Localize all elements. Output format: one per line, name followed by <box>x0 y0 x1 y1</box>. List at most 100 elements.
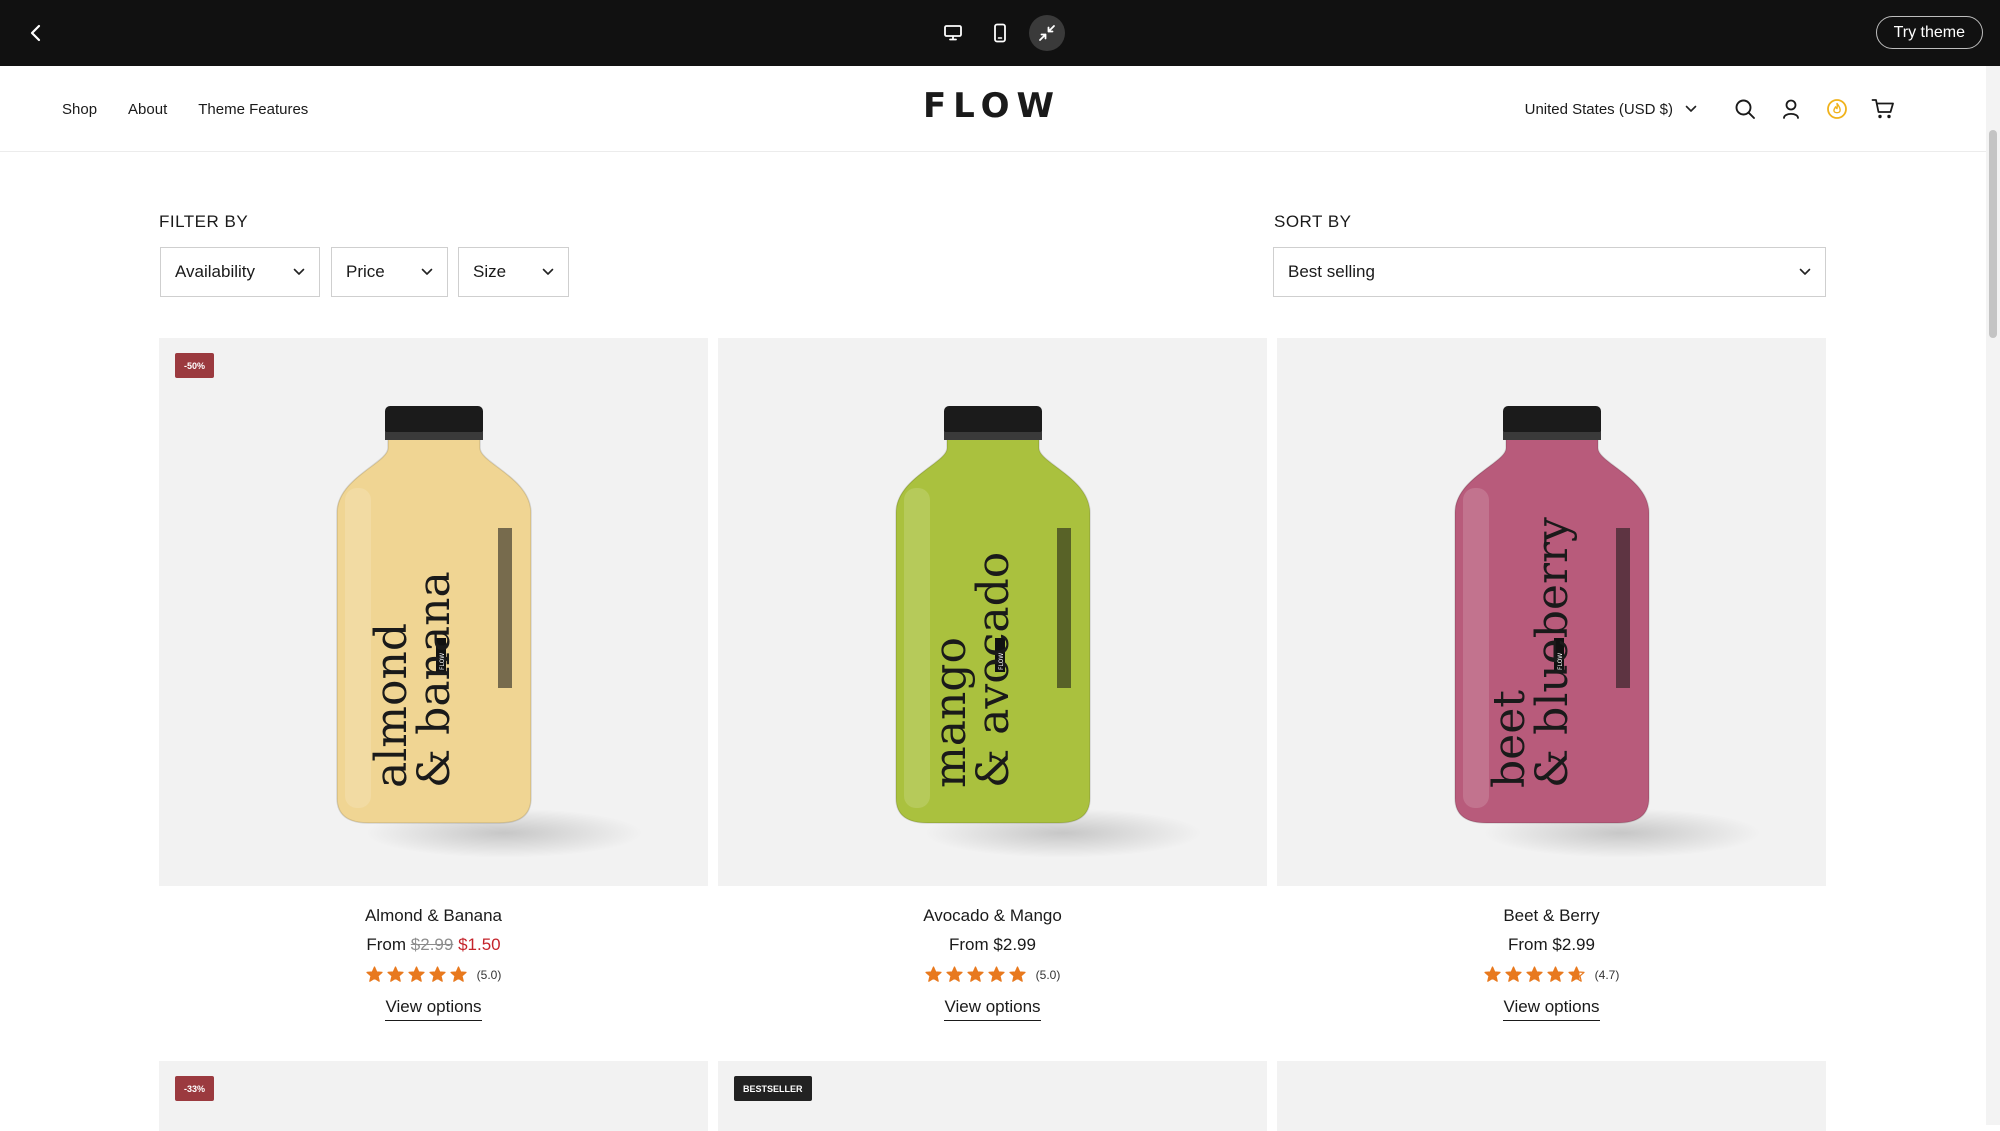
search-icon <box>1735 99 1755 119</box>
price-prefix: From <box>1508 935 1548 954</box>
availability-label: Availability <box>175 262 256 281</box>
product-card-image[interactable]: -33% <box>159 1061 708 1131</box>
account-button[interactable] <box>1768 86 1814 132</box>
cart-button[interactable] <box>1860 86 1906 132</box>
nav-item-theme-features[interactable]: Theme Features <box>198 101 308 118</box>
bottle-label-bottom: & blueberry <box>1527 517 1578 788</box>
desktop-view-button[interactable] <box>935 15 971 51</box>
availability-filter[interactable]: Availability <box>160 247 320 297</box>
star-icon <box>967 966 984 982</box>
star-icon <box>946 966 963 982</box>
scrollbar-thumb[interactable] <box>1989 130 1997 338</box>
star-icon <box>408 966 425 982</box>
product-title[interactable]: Avocado & Mango <box>718 906 1267 926</box>
regular-price: $2.99 <box>993 935 1036 954</box>
price-prefix: From <box>949 935 989 954</box>
chevron-down-icon <box>293 268 305 275</box>
cart-icon <box>1871 99 1894 119</box>
product-card-image[interactable] <box>1277 1061 1826 1131</box>
star-icon <box>429 966 446 982</box>
page-scrollbar[interactable] <box>1986 66 2000 1125</box>
store-logo[interactable]: FLOW <box>920 86 1064 126</box>
product-card[interactable]: mango & avocado FLOW Avocado & Mango From $2… <box>718 338 1267 1021</box>
price-label: Price <box>346 262 385 281</box>
sort-select[interactable]: Best selling <box>1273 247 1826 297</box>
star-icon <box>925 966 942 982</box>
product-price: From $2.99 <box>718 935 1267 955</box>
collapse-view-button[interactable] <box>1029 15 1065 51</box>
device-toggle <box>935 15 1065 51</box>
nav-item-shop[interactable]: Shop <box>62 101 97 118</box>
star-icon <box>1505 966 1522 982</box>
star-icon <box>387 966 404 982</box>
rating-value: (5.0) <box>476 967 502 982</box>
star-icon <box>366 966 383 982</box>
regular-price: $2.99 <box>1552 935 1595 954</box>
product-price: From $2.99 <box>1277 935 1826 955</box>
product-card-image[interactable]: BESTSELLER <box>718 1061 1267 1131</box>
star-icon <box>1009 966 1026 982</box>
bottle-label-bottom: & avocado <box>968 552 1019 788</box>
product-rating: (4.7) <box>1277 966 1826 983</box>
view-options-link[interactable]: View options <box>385 997 482 1021</box>
compare-at-price: $2.99 <box>410 935 454 954</box>
bestseller-badge: BESTSELLER <box>734 1076 812 1101</box>
chevron-down-icon <box>542 268 554 275</box>
product-image[interactable]: beet & blueberry FLOW <box>1277 338 1826 886</box>
rewards-button[interactable] <box>1814 86 1860 132</box>
bottle-brand-mark: FLOW <box>1557 653 1564 670</box>
price-prefix: From <box>366 935 407 954</box>
sort-by-title: SORT BY <box>1274 212 1352 231</box>
size-label: Size <box>473 262 507 281</box>
filter-by-title: FILTER BY <box>159 212 249 231</box>
view-options-link[interactable]: View options <box>1503 997 1600 1021</box>
star-icon <box>450 966 467 982</box>
search-button[interactable] <box>1722 86 1768 132</box>
chevron-down-icon <box>421 268 433 275</box>
country-selector[interactable]: United States (USD $) <box>1525 101 1697 118</box>
flame-icon <box>1827 99 1847 119</box>
bottle-label-bottom: & banana <box>409 571 460 788</box>
product-card[interactable]: beet & blueberry FLOW Beet & Berry From $2.9… <box>1277 338 1826 1021</box>
bottle-brand-mark: FLOW <box>439 653 446 670</box>
product-info: Avocado & Mango From $2.99 (5.0) View optio… <box>718 906 1267 1021</box>
sale-price: $1.50 <box>458 935 501 954</box>
view-options-link[interactable]: View options <box>944 997 1041 1021</box>
store-header: Shop About Theme Features FLOW United St… <box>0 66 1986 152</box>
product-info: Almond & Banana From $2.99 $1.50 (5.0) View… <box>159 906 708 1021</box>
product-image[interactable]: -50% almond & banana FLOW <box>159 338 708 886</box>
collapse-icon <box>1039 25 1055 41</box>
nav-item-about[interactable]: About <box>128 101 167 118</box>
header-actions: United States (USD $) <box>1525 66 1906 152</box>
user-icon <box>1783 99 1799 119</box>
mobile-icon <box>994 23 1006 43</box>
product-card[interactable]: -50% almond & banana FLOW Almond & Banana Fro… <box>159 338 708 1021</box>
product-image[interactable]: mango & avocado FLOW <box>718 338 1267 886</box>
product-info: Beet & Berry From $2.99 (4.7) View options <box>1277 906 1826 1021</box>
rating-value: (5.0) <box>1035 967 1061 982</box>
chevron-down-icon <box>1685 105 1697 112</box>
try-theme-button[interactable]: Try theme <box>1875 16 1983 49</box>
rating-value: (4.7) <box>1594 967 1620 982</box>
mobile-view-button[interactable] <box>982 15 1018 51</box>
juice-bottle: beet& blueberryFLOW <box>1454 406 1650 824</box>
product-title[interactable]: Almond & Banana <box>159 906 708 926</box>
back-button[interactable] <box>20 17 52 49</box>
star-icon <box>1568 966 1585 982</box>
star-icon <box>1484 966 1501 982</box>
chevron-down-icon <box>1799 268 1811 275</box>
product-title[interactable]: Beet & Berry <box>1277 906 1826 926</box>
desktop-icon <box>944 25 962 41</box>
preview-bar: Try theme <box>0 0 2000 66</box>
size-filter[interactable]: Size <box>458 247 569 297</box>
star-icon <box>988 966 1005 982</box>
product-rating: (5.0) <box>159 966 708 983</box>
star-icon <box>1547 966 1564 982</box>
bottle-brand-mark: FLOW <box>998 653 1005 670</box>
chevron-left-icon <box>30 24 41 42</box>
country-label: United States (USD $) <box>1524 100 1673 118</box>
sort-value: Best selling <box>1288 262 1375 281</box>
price-filter[interactable]: Price <box>331 247 448 297</box>
discount-badge: -33% <box>175 1076 215 1101</box>
main-nav: Shop About Theme Features <box>62 66 308 152</box>
